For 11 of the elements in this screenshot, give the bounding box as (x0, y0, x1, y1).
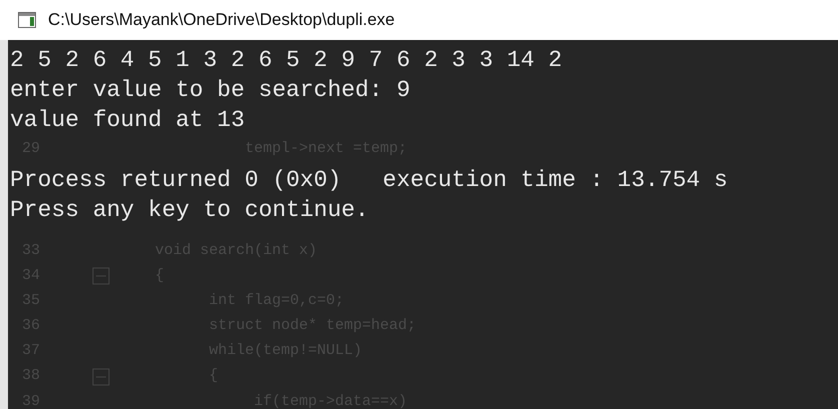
console-app-icon (18, 12, 36, 28)
fold-toggle-icon[interactable] (92, 368, 110, 386)
console-status-line: Process returned 0 (0x0) execution time : 13.754 s (10, 166, 728, 195)
code-line: { (208, 366, 218, 386)
fold-toggle-icon[interactable] (92, 266, 110, 285)
window-title: C:\Users\Mayank\OneDrive\Desktop\dupli.exe (48, 9, 395, 32)
code-line: { (154, 266, 164, 286)
console-status-line: Press any key to continue. (10, 196, 369, 225)
console-output-line: 2 5 2 6 4 5 1 3 2 6 5 2 9 7 6 2 3 3 14 2 (10, 46, 562, 75)
console-output-line: value found at 13 (10, 106, 245, 135)
console-output-line: enter value to be searched: 9 (10, 76, 410, 105)
